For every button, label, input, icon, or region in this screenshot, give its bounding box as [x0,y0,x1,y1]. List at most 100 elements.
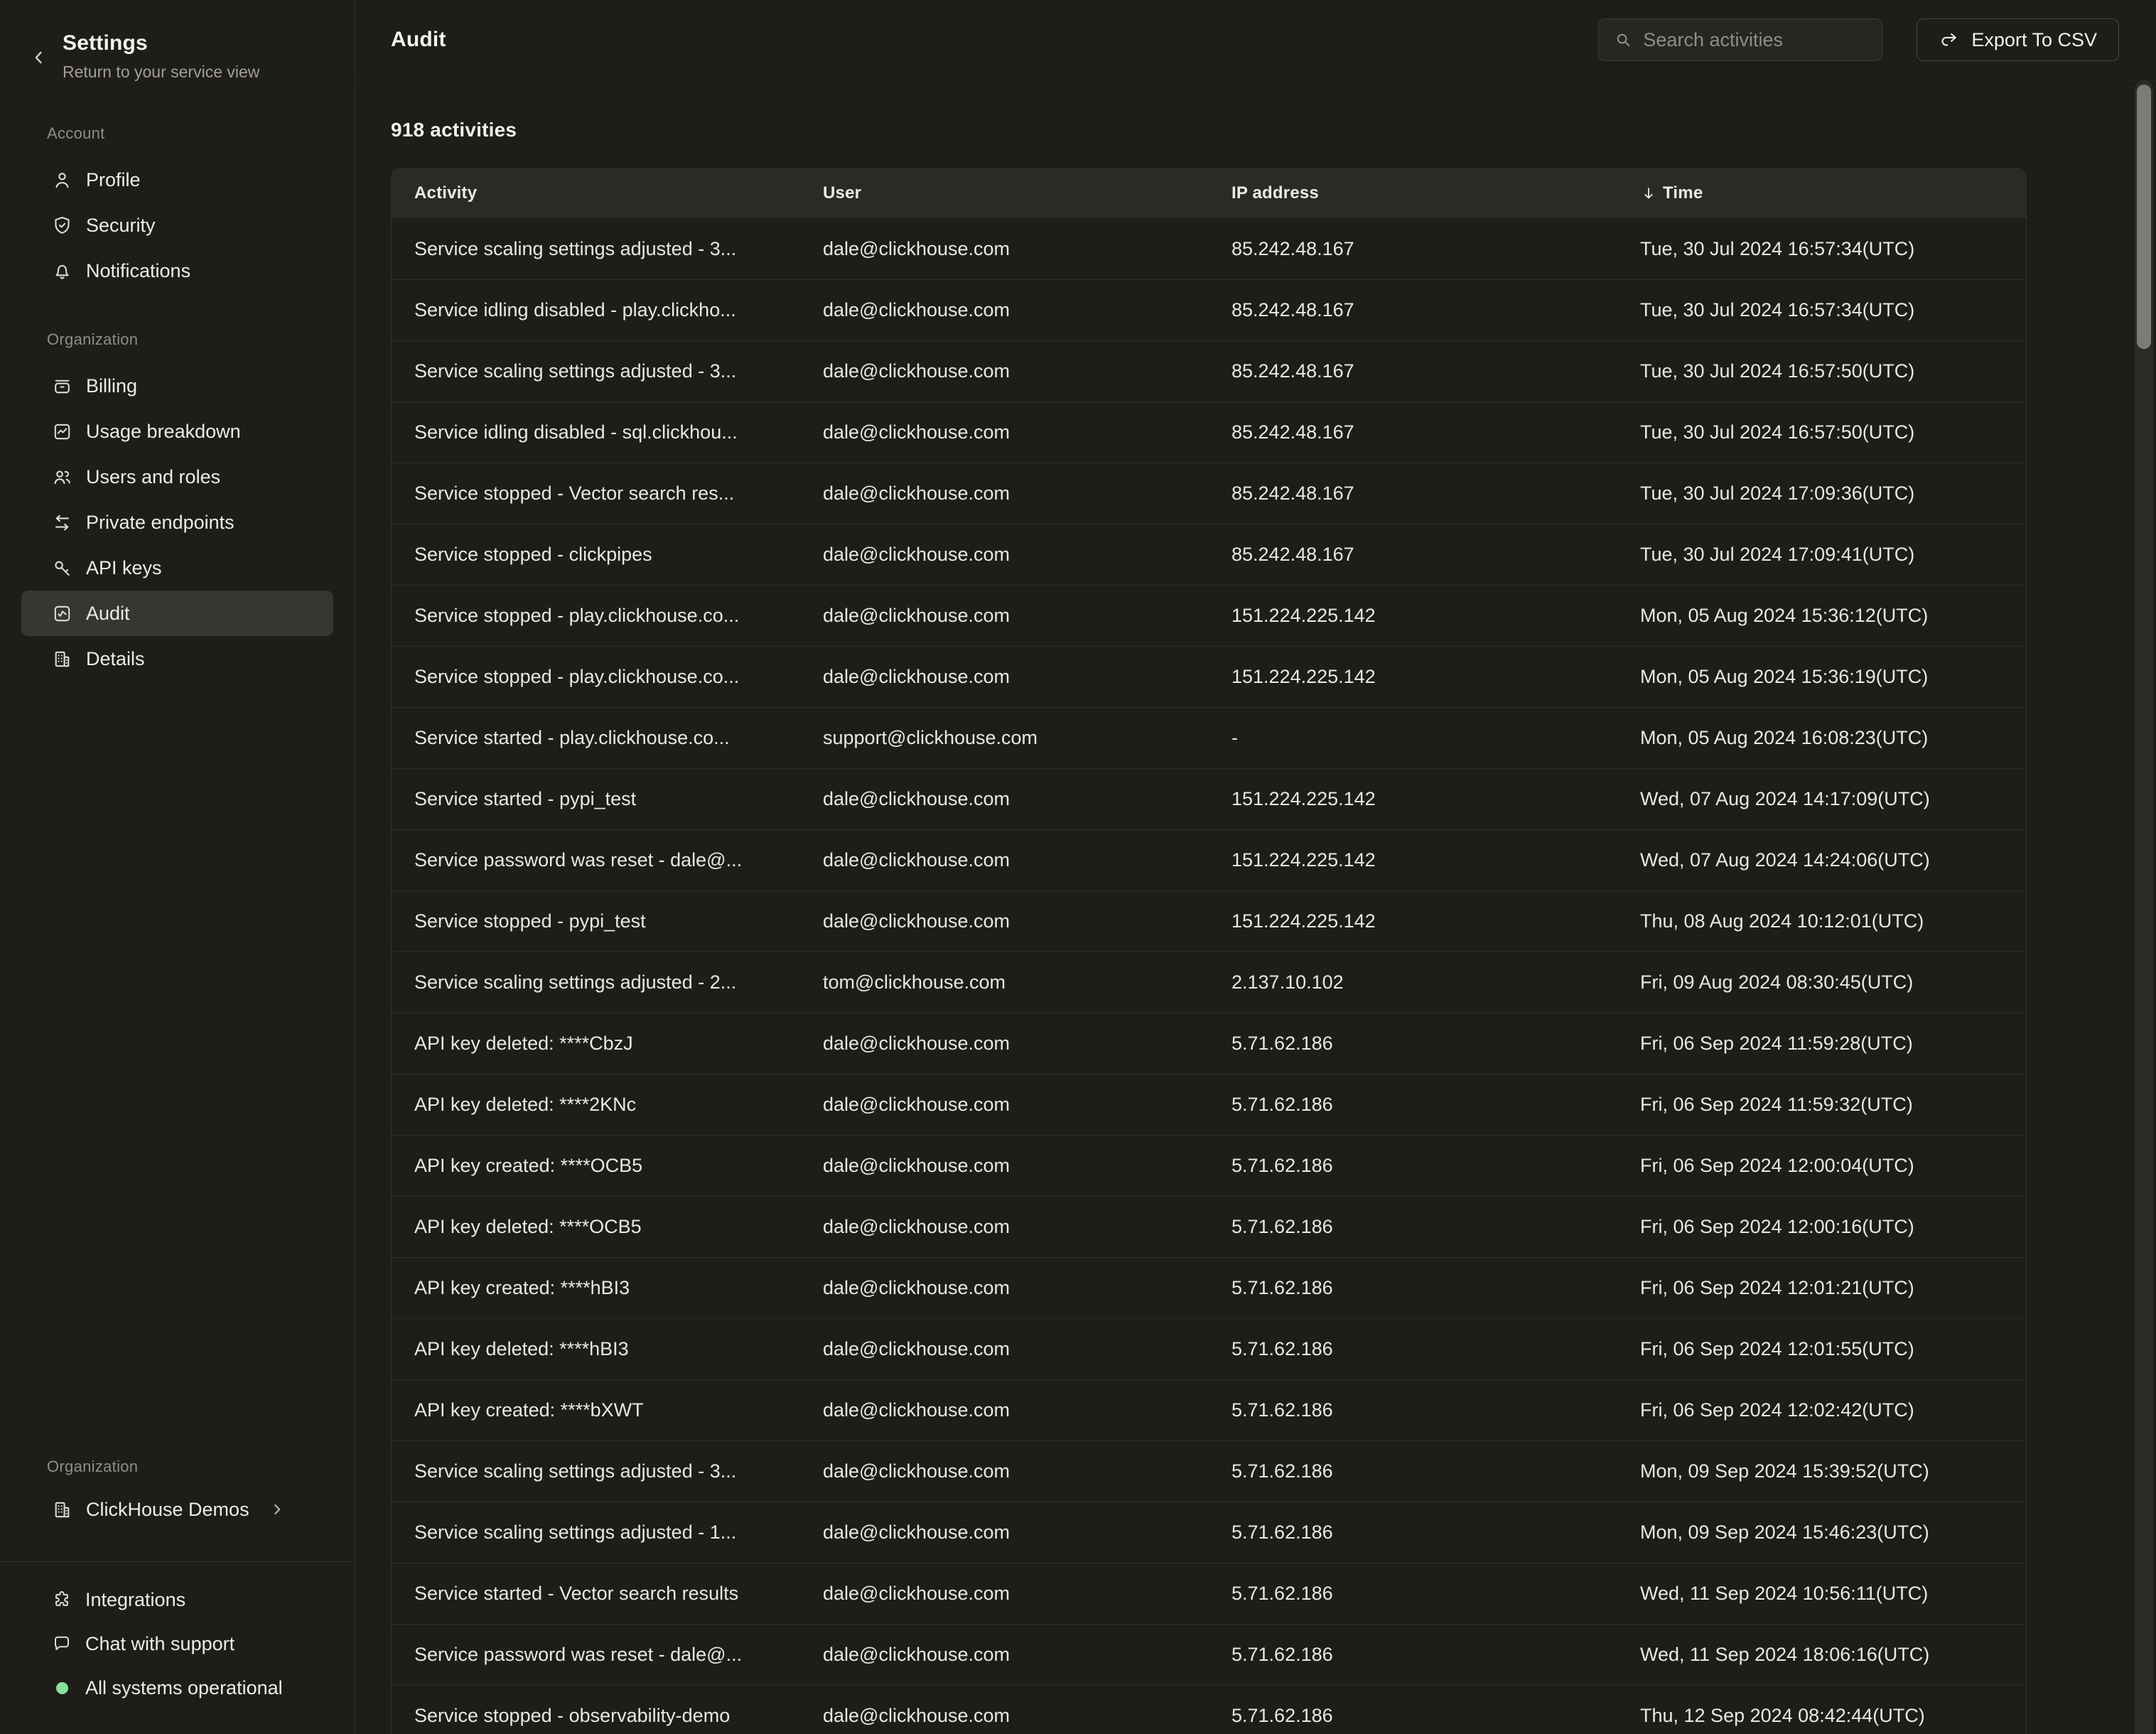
table-row[interactable]: Service stopped - pypi_test dale@clickho… [392,890,2026,952]
cell-activity: Service scaling settings adjusted - 1... [392,1522,800,1544]
table-row[interactable]: Service scaling settings adjusted - 3...… [392,218,2026,279]
cell-user: dale@clickhouse.com [800,1705,1209,1727]
column-header-time[interactable]: Time [1617,183,2026,203]
table-row[interactable]: Service scaling settings adjusted - 1...… [392,1502,2026,1563]
swap-arrows-icon [51,512,73,534]
table-row[interactable]: Service stopped - observability-demo dal… [392,1685,2026,1734]
cell-ip-address: 151.224.225.142 [1209,910,1617,932]
cell-ip-address: - [1209,727,1617,749]
table-row[interactable]: Service started - pypi_test dale@clickho… [392,768,2026,829]
table-row[interactable]: Service stopped - Vector search res... d… [392,463,2026,524]
column-header-activity[interactable]: Activity [392,183,800,203]
account-section-label: Account [0,124,355,143]
sidebar-title: Settings [63,31,259,55]
sidebar-item-notifications[interactable]: Notifications [21,248,333,294]
cell-activity: Service password was reset - dale@... [392,849,800,871]
cell-activity: Service started - play.clickhouse.co... [392,727,800,749]
audit-table: Activity User IP address Time Service s [391,168,2027,1734]
sidebar-item-usage-breakdown[interactable]: Usage breakdown [21,409,333,454]
cell-time: Thu, 12 Sep 2024 08:42:44(UTC) [1617,1705,2026,1727]
table-row[interactable]: API key deleted: ****OCB5 dale@clickhous… [392,1196,2026,1257]
cell-activity: Service stopped - pypi_test [392,910,800,932]
cell-user: dale@clickhouse.com [800,544,1209,566]
cell-user: dale@clickhouse.com [800,666,1209,688]
scrollbar-track[interactable] [2135,80,2153,1734]
cell-time: Mon, 05 Aug 2024 16:08:23(UTC) [1617,727,2026,749]
sidebar-item-private-endpoints[interactable]: Private endpoints [21,500,333,545]
cell-activity: API key created: ****hBI3 [392,1277,800,1299]
back-button[interactable] [27,45,51,70]
usage-chart-icon [51,421,73,443]
sidebar-title-block: Settings Return to your service view [63,31,259,82]
sidebar-item-audit[interactable]: Audit [21,591,333,636]
table-header-row: Activity User IP address Time [392,168,2026,218]
cell-ip-address: 5.71.62.186 [1209,1644,1617,1666]
org-switcher[interactable]: ClickHouse Demos [21,1486,333,1533]
cell-time: Mon, 09 Sep 2024 15:46:23(UTC) [1617,1522,2026,1544]
table-row[interactable]: API key deleted: ****CbzJ dale@clickhous… [392,1013,2026,1074]
sidebar-item-system-status[interactable]: All systems operational [0,1666,355,1710]
table-row[interactable]: Service scaling settings adjusted - 3...… [392,340,2026,402]
table-row[interactable]: Service password was reset - dale@... da… [392,829,2026,890]
cell-time: Wed, 11 Sep 2024 18:06:16(UTC) [1617,1644,2026,1666]
cell-time: Wed, 07 Aug 2024 14:24:06(UTC) [1617,849,2026,871]
cell-ip-address: 2.137.10.102 [1209,971,1617,993]
green-status-dot [51,1677,72,1698]
page-title: Audit [391,28,446,52]
table-row[interactable]: Service scaling settings adjusted - 3...… [392,1440,2026,1502]
table-row[interactable]: Service stopped - play.clickhouse.co... … [392,585,2026,646]
return-to-service-link[interactable]: Return to your service view [63,63,259,82]
cell-ip-address: 85.242.48.167 [1209,421,1617,443]
sidebar-item-details[interactable]: Details [21,636,333,682]
table-row[interactable]: Service stopped - play.clickhouse.co... … [392,646,2026,707]
cell-time: Tue, 30 Jul 2024 16:57:50(UTC) [1617,421,2026,443]
cell-user: dale@clickhouse.com [800,238,1209,260]
cell-activity: API key created: ****bXWT [392,1399,800,1421]
column-header-ip[interactable]: IP address [1209,183,1617,203]
cell-activity: API key deleted: ****CbzJ [392,1033,800,1055]
sidebar-item-profile[interactable]: Profile [21,157,333,203]
org-name: ClickHouse Demos [86,1499,249,1521]
cell-time: Mon, 05 Aug 2024 15:36:12(UTC) [1617,605,2026,627]
cell-user: dale@clickhouse.com [800,849,1209,871]
table-row[interactable]: API key deleted: ****2KNc dale@clickhous… [392,1074,2026,1135]
cell-time: Wed, 07 Aug 2024 14:17:09(UTC) [1617,788,2026,810]
cell-ip-address: 85.242.48.167 [1209,483,1617,505]
sidebar-item-integrations[interactable]: Integrations [0,1578,355,1622]
cell-activity: Service stopped - clickpipes [392,544,800,566]
cell-user: dale@clickhouse.com [800,1033,1209,1055]
table-row[interactable]: API key created: ****OCB5 dale@clickhous… [392,1135,2026,1196]
export-arrow-icon [1939,29,1960,50]
cell-time: Fri, 06 Sep 2024 11:59:28(UTC) [1617,1033,2026,1055]
table-row[interactable]: Service idling disabled - play.clickho..… [392,279,2026,340]
sidebar-item-chat-with-support[interactable]: Chat with support [0,1622,355,1666]
organization-section-label: Organization [0,330,355,349]
users-icon [51,466,73,488]
scrollbar-thumb[interactable] [2137,85,2151,349]
cell-activity: API key deleted: ****OCB5 [392,1216,800,1238]
export-csv-button[interactable]: Export To CSV [1917,18,2119,61]
table-row[interactable]: Service stopped - clickpipes dale@clickh… [392,524,2026,585]
cell-user: dale@clickhouse.com [800,1094,1209,1116]
search-box [1598,18,1882,61]
table-row[interactable]: Service password was reset - dale@... da… [392,1624,2026,1685]
sidebar-item-security[interactable]: Security [21,203,333,248]
column-header-user[interactable]: User [800,183,1209,203]
table-row[interactable]: Service idling disabled - sql.clickhou..… [392,402,2026,463]
sidebar-item-users-and-roles[interactable]: Users and roles [21,454,333,500]
cell-activity: Service stopped - observability-demo [392,1705,800,1727]
table-row[interactable]: Service scaling settings adjusted - 2...… [392,952,2026,1013]
search-input[interactable] [1643,29,1894,51]
table-row[interactable]: API key created: ****hBI3 dale@clickhous… [392,1257,2026,1318]
sidebar-item-billing[interactable]: Billing [21,363,333,409]
sort-descending-icon [1640,185,1657,202]
table-row[interactable]: Service started - Vector search results … [392,1563,2026,1624]
sidebar-item-api-keys[interactable]: API keys [21,545,333,591]
cell-ip-address: 5.71.62.186 [1209,1399,1617,1421]
cell-user: dale@clickhouse.com [800,360,1209,382]
table-row[interactable]: API key created: ****bXWT dale@clickhous… [392,1379,2026,1440]
table-row[interactable]: Service started - play.clickhouse.co... … [392,707,2026,768]
bell-icon [51,260,73,282]
organization-nav: Billing Usage breakdown Users and roles … [0,363,355,682]
table-row[interactable]: API key deleted: ****hBI3 dale@clickhous… [392,1318,2026,1379]
